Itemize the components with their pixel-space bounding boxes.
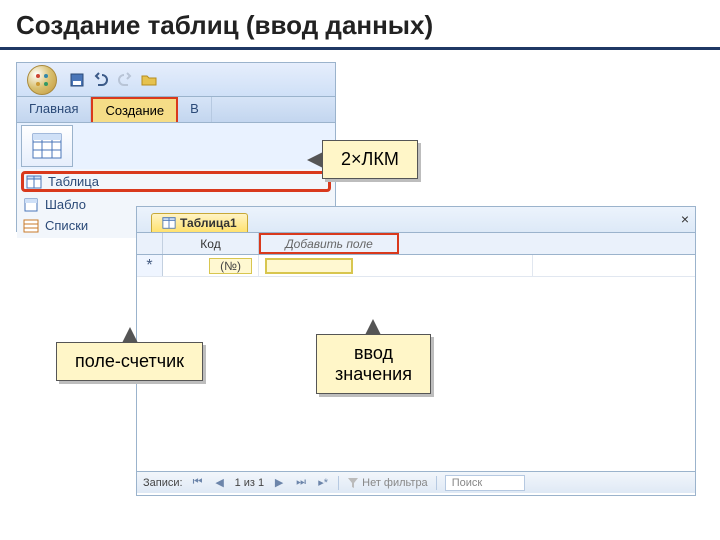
callout-counter-field: поле-счетчик <box>56 342 203 381</box>
title-underline <box>0 47 720 50</box>
callout-double-click: 2×ЛКМ <box>322 140 418 179</box>
table-large-icon <box>32 133 62 159</box>
quick-access-toolbar <box>69 72 157 88</box>
sharepoint-list-icon <box>23 218 39 234</box>
row-marker-new: * <box>137 255 163 276</box>
records-label: Записи: <box>143 477 183 489</box>
nav-prev-icon[interactable]: ◀ <box>213 476 227 490</box>
nav-last-icon[interactable]: ⏭ <box>294 476 308 490</box>
cell-add-field[interactable] <box>259 255 533 276</box>
canvas: Главная Создание В Таблица Шабло Списки <box>16 62 696 482</box>
cell-kod-value: (№) <box>209 258 252 274</box>
callout-value-entry: ввод значения <box>316 334 431 394</box>
nav-row-table[interactable]: Таблица <box>21 171 331 192</box>
table-row[interactable]: * (№) <box>137 255 695 277</box>
nav-new-icon[interactable]: ▸* <box>316 476 330 490</box>
table-small-icon <box>162 216 176 230</box>
callout-value-line1: ввод <box>335 343 412 364</box>
ribbon-tab-other[interactable]: В <box>178 97 212 122</box>
status-bar: Записи: ⏮ ◀ 1 из 1 ▶ ⏭ ▸* Нет фильтра По… <box>137 471 695 493</box>
row-header-col <box>137 233 163 254</box>
nav-next-icon[interactable]: ▶ <box>272 476 286 490</box>
callout-value-line2: значения <box>335 364 412 385</box>
undo-icon[interactable] <box>93 72 109 88</box>
ribbon-tab-home[interactable]: Главная <box>17 97 91 122</box>
filter-label: Нет фильтра <box>362 477 428 489</box>
col-header-add-field[interactable]: Добавить поле <box>259 233 399 254</box>
status-separator-2 <box>436 476 437 490</box>
open-folder-icon[interactable] <box>141 72 157 88</box>
nav-first-icon[interactable]: ⏮ <box>191 476 205 490</box>
nav-label-spiski: Списки <box>45 218 88 233</box>
quick-access-toolbar-row <box>17 63 335 97</box>
save-icon[interactable] <box>69 72 85 88</box>
table-icon <box>26 174 42 190</box>
nav-label-table: Таблица <box>48 174 99 189</box>
slide-title: Создание таблиц (ввод данных) <box>0 0 720 45</box>
office-orb-button[interactable] <box>27 65 57 95</box>
redo-icon[interactable] <box>117 72 133 88</box>
ribbon-tabs: Главная Создание В <box>17 97 335 123</box>
records-position: 1 из 1 <box>235 477 265 489</box>
search-input[interactable]: Поиск <box>445 475 525 491</box>
office-logo-icon <box>34 72 50 88</box>
template-icon <box>23 197 39 213</box>
cell-kod[interactable]: (№) <box>163 255 259 276</box>
cell-add-field-empty <box>265 258 353 274</box>
col-header-kod[interactable]: Код <box>163 233 259 254</box>
filter-icon <box>347 477 359 489</box>
datasheet-headers: Код Добавить поле <box>137 233 695 255</box>
close-button[interactable]: × <box>681 211 689 227</box>
ribbon-tab-create[interactable]: Создание <box>91 97 178 122</box>
big-table-button[interactable] <box>21 125 73 167</box>
datasheet-tab[interactable]: Таблица1 <box>151 213 248 232</box>
datasheet-tab-label: Таблица1 <box>180 216 237 230</box>
nav-label-shablo: Шабло <box>45 197 86 212</box>
datasheet-tab-row: Таблица1 × <box>137 207 695 233</box>
filter-status[interactable]: Нет фильтра <box>347 477 428 489</box>
status-separator <box>338 476 339 490</box>
ribbon-body <box>17 123 335 169</box>
